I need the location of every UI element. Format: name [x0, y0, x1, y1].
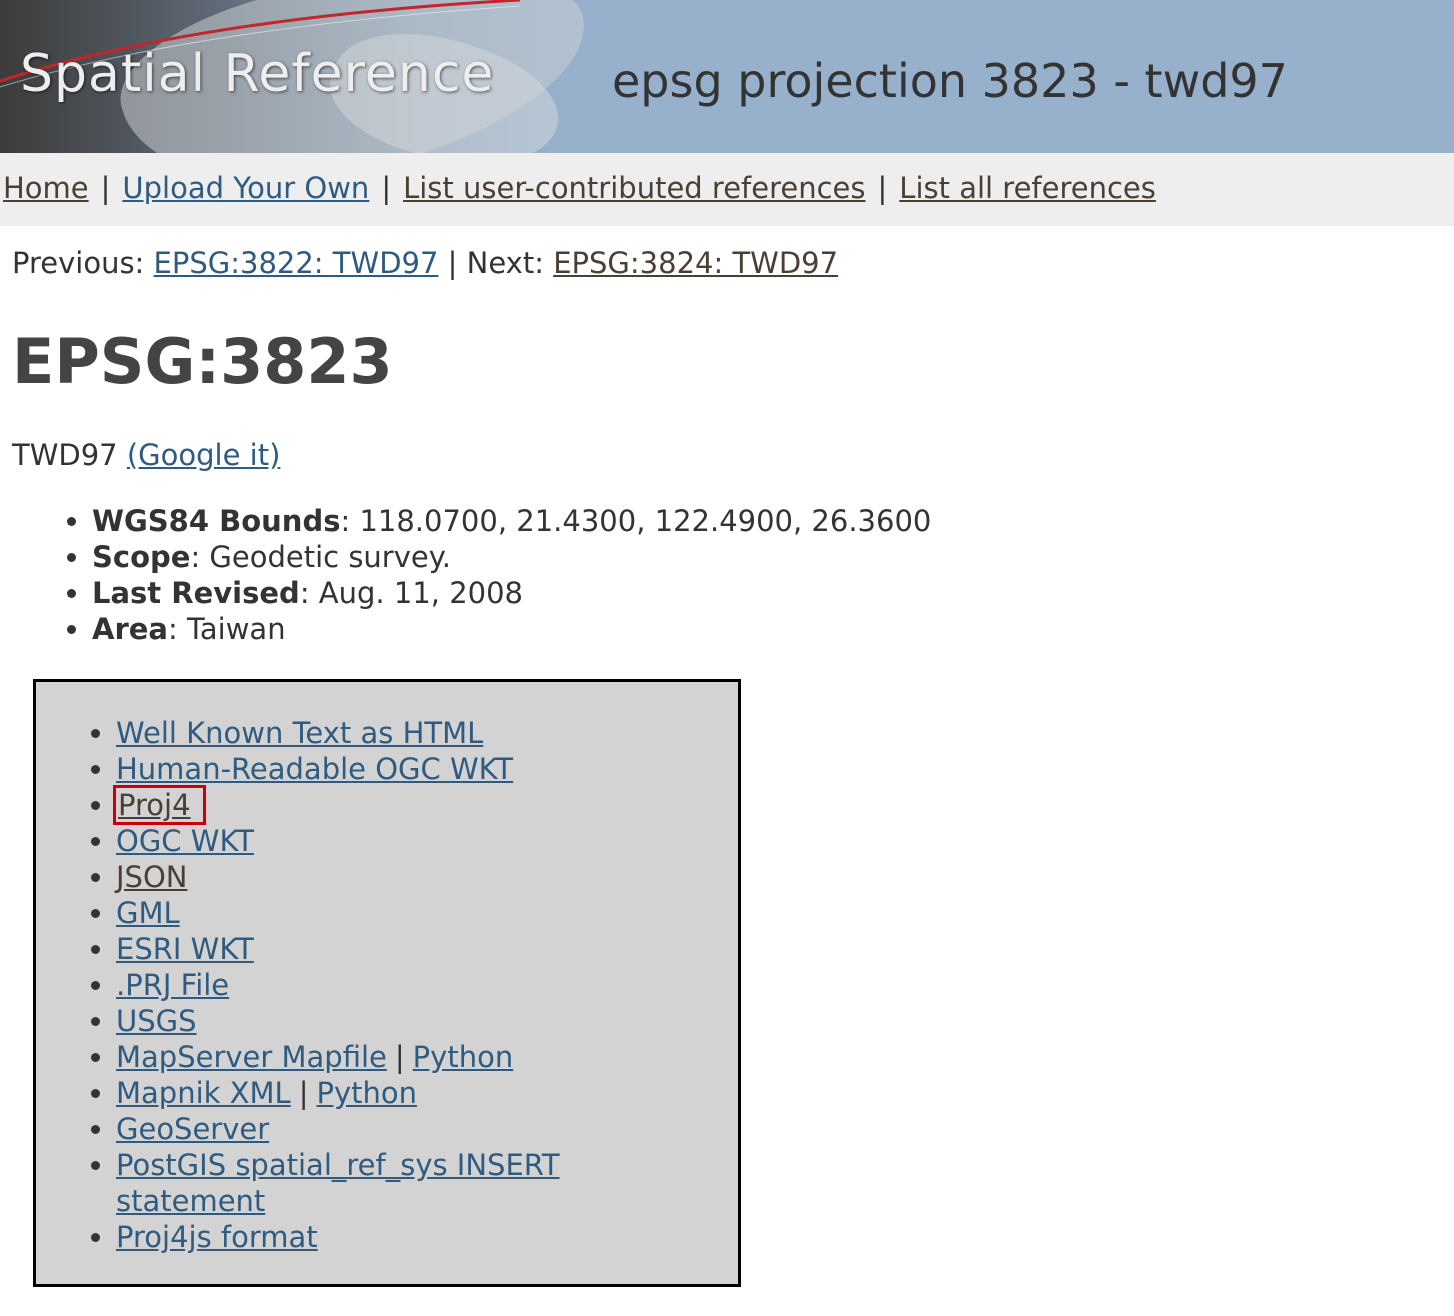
- reference-name: TWD97: [12, 438, 118, 472]
- google-it-link[interactable]: (Google it): [127, 438, 281, 472]
- formats-list: Well Known Text as HTML Human-Readable O…: [36, 715, 560, 1255]
- list-item: JSON: [116, 859, 560, 895]
- formats-box: Well Known Text as HTML Human-Readable O…: [33, 679, 741, 1287]
- proj4js-format-link[interactable]: Proj4js format: [116, 1220, 318, 1254]
- postgis-insert-link[interactable]: PostGIS spatial_ref_sys INSERT statement: [116, 1148, 560, 1218]
- property-value: : Taiwan: [167, 612, 286, 646]
- list-item: USGS: [116, 1003, 560, 1039]
- property-label: WGS84 Bounds: [92, 504, 341, 538]
- properties-list: WGS84 Bounds: 118.0700, 21.4300, 122.490…: [50, 503, 931, 647]
- mapnik-python-link[interactable]: Python: [316, 1076, 417, 1110]
- list-item: Well Known Text as HTML: [116, 715, 560, 751]
- postgis-insert-line1: PostGIS spatial_ref_sys INSERT: [116, 1148, 560, 1182]
- esri-wkt-link[interactable]: ESRI WKT: [116, 932, 254, 966]
- list-item: Proj4js format: [116, 1219, 560, 1255]
- property-label: Scope: [92, 540, 191, 574]
- json-link[interactable]: JSON: [116, 860, 187, 894]
- property-label: Last Revised: [92, 576, 300, 610]
- mapserver-python-link[interactable]: Python: [413, 1040, 514, 1074]
- next-link[interactable]: EPSG:3824: TWD97: [553, 246, 838, 280]
- prev-next-bar: Previous: EPSG:3822: TWD97 | Next: EPSG:…: [12, 246, 838, 280]
- property-value: : 118.0700, 21.4300, 122.4900, 26.3600: [340, 504, 932, 538]
- link-separator: |: [298, 1076, 309, 1110]
- site-logo-text[interactable]: Spatial Reference: [20, 44, 494, 104]
- mapserver-mapfile-link[interactable]: MapServer Mapfile: [116, 1040, 387, 1074]
- link-separator: |: [394, 1040, 405, 1074]
- ogc-wkt-link[interactable]: OGC WKT: [116, 824, 254, 858]
- property-value: : Geodetic survey.: [190, 540, 451, 574]
- header-banner: Spatial Reference epsg projection 3823 -…: [0, 0, 1454, 153]
- list-item: Area: Taiwan: [92, 611, 931, 647]
- list-item: MapServer Mapfile|Python: [116, 1039, 560, 1075]
- nav-separator: |: [877, 171, 888, 205]
- list-item: Proj4: [113, 785, 560, 825]
- nav-separator: |: [100, 171, 111, 205]
- list-item: .PRJ File: [116, 967, 560, 1003]
- postgis-insert-line2: statement: [116, 1184, 266, 1218]
- proj4-link[interactable]: Proj4: [113, 785, 206, 825]
- list-item: WGS84 Bounds: 118.0700, 21.4300, 122.490…: [92, 503, 931, 539]
- top-nav: Home | Upload Your Own | List user-contribut…: [0, 153, 1454, 226]
- list-item: Mapnik XML|Python: [116, 1075, 560, 1111]
- list-item: GeoServer: [116, 1111, 560, 1147]
- nav-all-references-link[interactable]: List all references: [899, 171, 1156, 205]
- prj-file-link[interactable]: .PRJ File: [116, 968, 229, 1002]
- page-title: epsg projection 3823 - twd97: [612, 54, 1288, 108]
- human-readable-wkt-link[interactable]: Human-Readable OGC WKT: [116, 752, 513, 786]
- next-label: Next:: [466, 246, 544, 280]
- previous-link[interactable]: EPSG:3822: TWD97: [154, 246, 439, 280]
- list-item: OGC WKT: [116, 823, 560, 859]
- reference-name-line: TWD97 (Google it): [12, 438, 280, 472]
- gml-link[interactable]: GML: [116, 896, 180, 930]
- list-item: Scope: Geodetic survey.: [92, 539, 931, 575]
- previous-label: Previous:: [12, 246, 145, 280]
- list-item: GML: [116, 895, 560, 931]
- geoserver-link[interactable]: GeoServer: [116, 1112, 269, 1146]
- nav-user-references-link[interactable]: List user-contributed references: [403, 171, 865, 205]
- list-item: Last Revised: Aug. 11, 2008: [92, 575, 931, 611]
- list-item: PostGIS spatial_ref_sys INSERTstatement: [116, 1147, 560, 1219]
- mapnik-xml-link[interactable]: Mapnik XML: [116, 1076, 291, 1110]
- usgs-link[interactable]: USGS: [116, 1004, 197, 1038]
- nav-upload-link[interactable]: Upload Your Own: [122, 171, 369, 205]
- wkt-html-link[interactable]: Well Known Text as HTML: [116, 716, 483, 750]
- nav-home-link[interactable]: Home: [3, 171, 89, 205]
- nav-separator: |: [381, 171, 392, 205]
- epsg-code-heading: EPSG:3823: [12, 325, 393, 398]
- property-label: Area: [92, 612, 168, 646]
- property-value: : Aug. 11, 2008: [299, 576, 524, 610]
- list-item: Human-Readable OGC WKT: [116, 751, 560, 787]
- list-item: ESRI WKT: [116, 931, 560, 967]
- prev-next-separator: |: [447, 246, 458, 280]
